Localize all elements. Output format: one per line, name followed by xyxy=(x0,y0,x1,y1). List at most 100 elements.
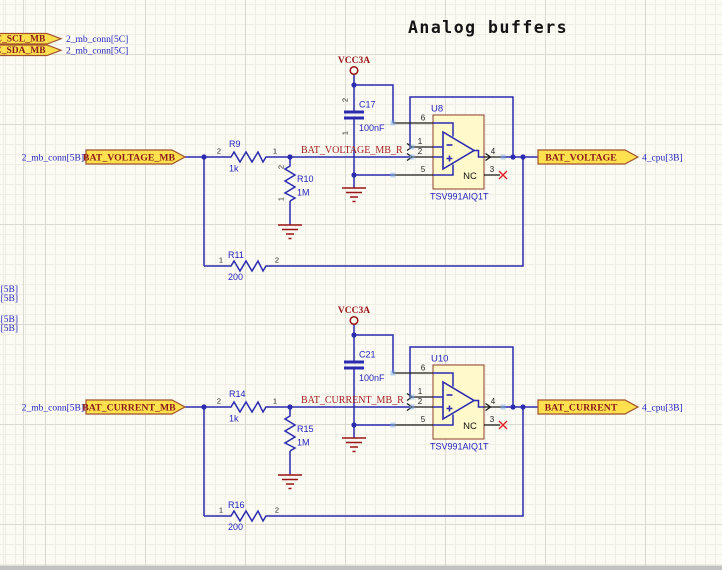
port-label: BAT_VOLTAGE xyxy=(545,153,617,164)
power-net-label: VCC3A xyxy=(338,56,370,66)
power-circle-icon xyxy=(349,315,359,326)
power-net-label: VCC3A xyxy=(338,306,370,316)
input-port[interactable]: BAT_CURRENT_MB xyxy=(82,399,187,415)
ground-symbol[interactable] xyxy=(278,474,302,490)
pin-hotspot xyxy=(409,154,415,160)
part-number: TSV991AIQ1T xyxy=(430,442,489,452)
junction-dot xyxy=(201,404,207,410)
port-label: BAT_CURRENT xyxy=(545,403,618,414)
pin-number: 2 xyxy=(217,147,221,156)
port-label: I2C_SDA_MB xyxy=(0,46,46,56)
resistor-symbol xyxy=(229,509,271,523)
capacitor-plate xyxy=(344,360,364,364)
decoupling-capacitor[interactable]: C21 100nF 2 1 xyxy=(91,350,386,570)
pin-hotspot xyxy=(500,154,506,160)
value: 1M xyxy=(297,188,310,198)
input-conn-label[interactable]: 2_mb_conn[5B] xyxy=(22,404,84,414)
pin-number: 5 xyxy=(421,415,426,424)
pin-number: 3 xyxy=(490,165,495,174)
output-port[interactable]: BAT_VOLTAGE xyxy=(537,149,640,165)
resistor-symbol xyxy=(227,150,269,164)
buffer-circuit-voltage: 2_mb_conn[5B] BAT_VOLTAGE_MB 2 1 R9 1k B… xyxy=(22,56,683,282)
port-i2c-scl-mb[interactable]: I2C_SCL_MB 2_mb_conn[5C] xyxy=(0,32,128,46)
port-i2c-sda-mb[interactable]: I2C_SDA_MB 2_mb_conn[5C] xyxy=(0,44,128,56)
junction-dot xyxy=(510,154,516,160)
schematic-sheet: Analog buffers I2C_SCL_MB 2_mb_conn[5C] … xyxy=(0,0,722,570)
net-label[interactable]: BAT_VOLTAGE_MB_R xyxy=(301,145,403,156)
value: 200 xyxy=(228,522,243,532)
pin-number: 1 xyxy=(277,197,286,201)
pin-hotspot xyxy=(390,370,396,376)
ground-symbol[interactable] xyxy=(278,224,302,240)
capacitor-plate xyxy=(344,116,364,120)
resistor-symbol xyxy=(283,413,297,452)
junction-dot xyxy=(351,422,357,428)
conn-label: 2_mb_conn[5C] xyxy=(66,35,128,45)
junction-dot xyxy=(520,404,526,410)
power-circle-icon xyxy=(349,65,359,76)
decoupling-capacitor[interactable]: C17 100nF 2 1 xyxy=(341,98,386,135)
junction-dot xyxy=(351,332,357,338)
pin-number: 3 xyxy=(490,415,495,424)
clipped-conn-label: 2_mb_conn[5B] xyxy=(0,324,18,334)
net-label[interactable]: BAT_CURRENT_MB_R xyxy=(301,395,404,406)
port-label: BAT_VOLTAGE_MB xyxy=(83,153,176,164)
power-port-vcc3a[interactable]: VCC3A xyxy=(338,56,370,76)
sheet-title: Analog buffers xyxy=(408,18,568,37)
pin-hotspot xyxy=(409,404,415,410)
value: 100nF xyxy=(359,373,385,383)
designator: R9 xyxy=(229,139,241,149)
shunt-resistor[interactable]: 2 1 R15 1M xyxy=(27,413,314,570)
designator: U10 xyxy=(431,354,448,365)
opamp[interactable]: U10 TSV991AIQ1T 6 1 2 5 4 3 NC xyxy=(390,354,508,452)
value: 1k xyxy=(229,414,239,424)
clipped-conn-label: 2_mb_conn[5B] xyxy=(0,294,18,304)
pin-number: 2 xyxy=(275,256,279,265)
part-number: TSV991AIQ1T xyxy=(430,192,489,202)
designator: C17 xyxy=(359,100,376,110)
designator: C21 xyxy=(359,350,376,360)
resistor-symbol xyxy=(229,259,271,273)
pin-number: 2 xyxy=(418,147,423,156)
designator: R16 xyxy=(228,500,245,510)
capacitor-plate xyxy=(344,110,364,114)
shunt-resistor[interactable]: 2 1 R10 1M xyxy=(277,163,314,202)
junction-dot xyxy=(287,154,293,160)
power-port-vcc3a[interactable]: VCC3A xyxy=(338,306,370,326)
nc-pin-label: NC xyxy=(463,171,477,182)
pin-number: 2 xyxy=(341,98,350,102)
input-conn-label[interactable]: 2_mb_conn[5B] xyxy=(22,154,84,164)
port-label: I2C_SCL_MB xyxy=(0,35,46,45)
designator: R11 xyxy=(228,250,244,260)
value: 100nF xyxy=(359,123,385,133)
value: 1M xyxy=(297,438,310,448)
value: 1k xyxy=(229,164,239,174)
junction-dot xyxy=(520,154,526,160)
pin-hotspot xyxy=(409,144,415,150)
output-port[interactable]: BAT_CURRENT xyxy=(537,399,640,415)
pin-number: 2 xyxy=(217,397,221,406)
pin-number: 1 xyxy=(418,137,423,146)
pin-hotspot xyxy=(500,404,506,410)
opamp[interactable]: U8 TSV991AIQ1T 6 1 2 5 4 3 NC xyxy=(390,104,508,202)
pin-number: 6 xyxy=(421,364,426,373)
schematic-canvas: Analog buffers I2C_SCL_MB 2_mb_conn[5C] … xyxy=(0,18,722,570)
pin-number: 1 xyxy=(219,506,223,515)
designator: R10 xyxy=(297,174,314,184)
nc-pin-label: NC xyxy=(463,421,477,432)
pin-hotspot xyxy=(409,394,415,400)
capacitor-plate xyxy=(344,366,364,370)
designator: R15 xyxy=(297,424,314,434)
workspace-edge xyxy=(0,565,722,570)
pin-number: 1 xyxy=(273,397,277,406)
ground-symbol[interactable] xyxy=(342,437,366,453)
input-port[interactable]: BAT_VOLTAGE_MB xyxy=(83,149,187,165)
output-conn-label[interactable]: 4_cpu[3B] xyxy=(642,404,683,414)
pin-number: 2 xyxy=(418,397,423,406)
ground-symbol[interactable] xyxy=(342,187,366,203)
output-conn-label[interactable]: 4_cpu[3B] xyxy=(642,154,683,164)
pin-number: 1 xyxy=(273,147,277,156)
pin-number: 4 xyxy=(491,397,496,406)
resistor-symbol xyxy=(227,400,269,414)
pin-number: 2 xyxy=(277,165,286,169)
